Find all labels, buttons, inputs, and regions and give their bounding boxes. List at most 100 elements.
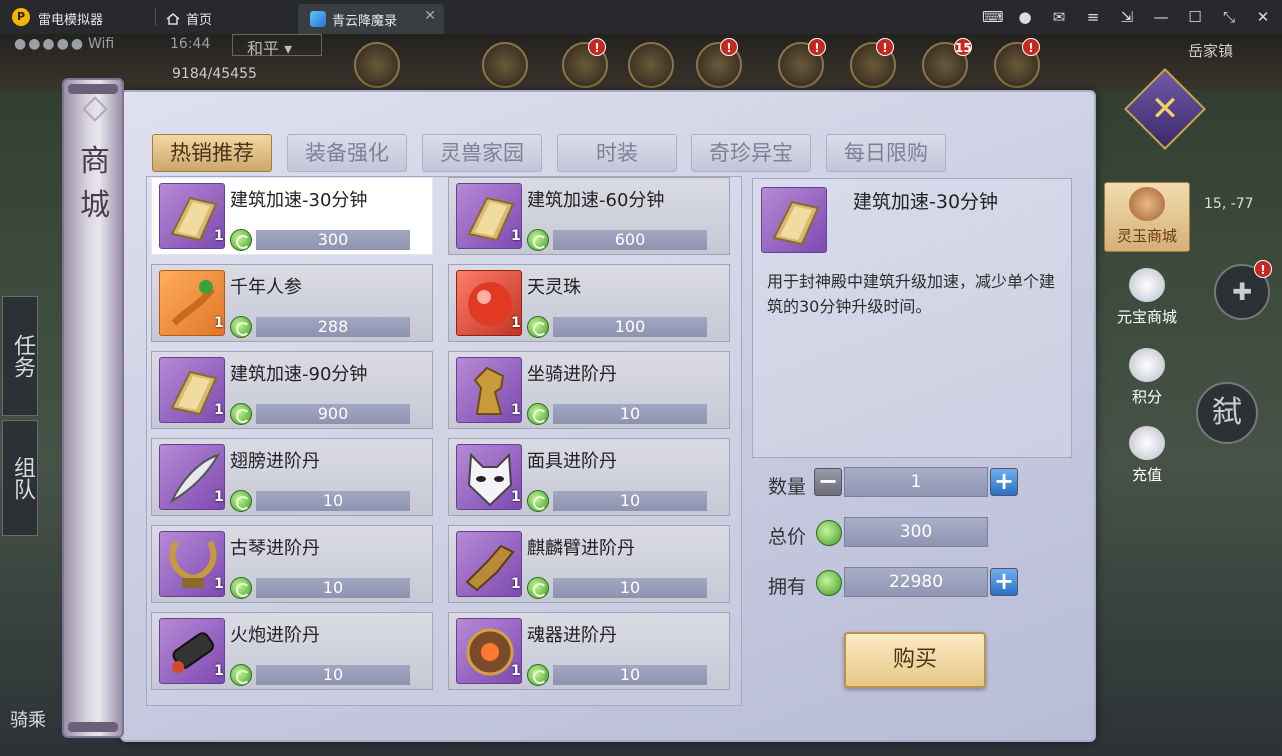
- dragon-icon: [1129, 187, 1165, 221]
- decrease-quantity-button[interactable]: −: [814, 468, 842, 496]
- shop-title: 商城: [80, 144, 110, 223]
- item-name: 建筑加速-30分钟: [230, 190, 368, 211]
- nav-label: 灵玉商城: [1116, 227, 1177, 245]
- item-quantity: 1: [511, 228, 521, 244]
- item-name: 魂器进阶丹: [527, 625, 617, 646]
- pk-mode-selector[interactable]: 和平 ▾: [232, 34, 322, 58]
- recharge-plus-button[interactable]: +: [990, 568, 1018, 596]
- team-button[interactable]: 组队: [2, 420, 38, 536]
- item-quantity: 1: [511, 489, 521, 505]
- item-price: 600: [553, 230, 707, 250]
- emulator-logo-icon: P: [12, 8, 30, 26]
- shop-item-card[interactable]: 1 魂器进阶丹 10: [448, 612, 730, 690]
- item-quantity: 1: [214, 228, 224, 244]
- item-name: 天灵珠: [527, 277, 581, 298]
- item-price: 10: [553, 404, 707, 424]
- shop-item-card[interactable]: 1 建筑加速-90分钟 900: [151, 351, 433, 429]
- item-grid: 1 建筑加速-30分钟 300 1 建筑加速-60分钟 600 1 千年人参 288 1 天灵珠 10…: [146, 176, 742, 706]
- shop-item-card[interactable]: 1 麒麟臂进阶丹 10: [448, 525, 730, 603]
- alert-badge: !: [808, 38, 826, 56]
- shop-item-card[interactable]: 1 火炮进阶丹 10: [151, 612, 433, 690]
- item-detail-panel: 建筑加速-30分钟 用于封神殿中建筑升级加速，减少单个建筑的30分钟升级时间。: [752, 178, 1072, 458]
- tab-hot[interactable]: 热销推荐: [152, 134, 272, 172]
- fullscreen-icon[interactable]: ⤡: [1220, 8, 1238, 26]
- item-price: 10: [256, 491, 410, 511]
- item-quantity: 1: [214, 489, 224, 505]
- shop-item-card[interactable]: 1 千年人参 288: [151, 264, 433, 342]
- tab-label: 每日限购: [844, 141, 928, 165]
- close-icon: ✕: [1150, 89, 1180, 129]
- item-quantity: 1: [511, 663, 521, 679]
- tab-equipment[interactable]: 装备强化: [287, 134, 407, 172]
- ornament-icon: [82, 96, 108, 122]
- tab-pet[interactable]: 灵兽家园: [422, 134, 542, 172]
- tab-treasure[interactable]: 奇珍异宝: [691, 134, 811, 172]
- buy-button[interactable]: 购买: [844, 632, 986, 688]
- increase-quantity-button[interactable]: +: [990, 468, 1018, 496]
- menu-icon[interactable]: ≡: [1084, 8, 1102, 26]
- emulator-title-bar: P 雷电模拟器 首页 青云降魔录 ✕ ⌨ ● ✉ ≡ ⇲ — ☐ ⤡ ✕: [0, 0, 1282, 34]
- maximize-icon[interactable]: ☐: [1186, 8, 1204, 26]
- nav-label: 充值: [1131, 466, 1162, 484]
- hud-target-icon[interactable]: [628, 42, 674, 88]
- alert-badge: !: [1254, 260, 1272, 278]
- item-quantity: 1: [214, 576, 224, 592]
- account-icon[interactable]: ●: [1016, 8, 1034, 26]
- nav-ingot-shop[interactable]: 元宝商城: [1104, 264, 1190, 334]
- mail-icon[interactable]: ✉: [1050, 8, 1068, 26]
- item-name: 麒麟臂进阶丹: [527, 538, 635, 559]
- signal-dots: ●●●●●: [14, 36, 86, 52]
- shop-title-scroll: 商城: [62, 78, 124, 738]
- nav-points[interactable]: 积分: [1104, 344, 1190, 414]
- nav-recharge[interactable]: 充值: [1104, 422, 1190, 492]
- tab-daily-limit[interactable]: 每日限购: [826, 134, 946, 172]
- close-window-icon[interactable]: ✕: [1254, 8, 1272, 26]
- shop-item-card[interactable]: 1 面具进阶丹 10: [448, 438, 730, 516]
- item-price: 10: [553, 665, 707, 685]
- quantity-field[interactable]: 1: [844, 467, 988, 497]
- quantity-label: 数量: [768, 476, 807, 498]
- shop-window: 热销推荐 装备强化 灵兽家园 时装 奇珍异宝 每日限购 1 建筑加速-30分钟 30…: [120, 90, 1096, 742]
- shop-item-card[interactable]: 1 天灵珠 100: [448, 264, 730, 342]
- tab-home[interactable]: 首页: [166, 9, 212, 28]
- item-name: 千年人参: [230, 277, 302, 298]
- shop-item-card[interactable]: 1 古琴进阶丹 10: [151, 525, 433, 603]
- hud-activity-icon[interactable]: [354, 42, 400, 88]
- jade-coin-icon: [527, 664, 549, 686]
- close-tab-icon[interactable]: ✕: [424, 8, 436, 24]
- clock: 16:44: [170, 36, 211, 52]
- book-icon: [761, 187, 827, 253]
- shop-item-card[interactable]: 1 建筑加速-30分钟 300: [151, 177, 433, 255]
- app-name: 雷电模拟器: [38, 13, 104, 28]
- jade-coin-icon: [230, 229, 252, 251]
- tab-fashion[interactable]: 时装: [557, 134, 677, 172]
- gamepad-icon[interactable]: ⌨: [982, 8, 1004, 26]
- mount-label[interactable]: 骑乘: [10, 706, 46, 732]
- jade-coin-icon: [230, 316, 252, 338]
- tab-game[interactable]: 青云降魔录 ✕: [298, 4, 444, 34]
- shop-item-card[interactable]: 1 翅膀进阶丹 10: [151, 438, 433, 516]
- tab-label: 灵兽家园: [440, 141, 524, 165]
- item-name: 火炮进阶丹: [230, 625, 320, 646]
- nav-label: 元宝商城: [1116, 308, 1177, 326]
- shop-side-nav: 灵玉商城 元宝商城 积分 充值: [1104, 176, 1192, 508]
- hud-calendar-icon[interactable]: [482, 42, 528, 88]
- jade-coin-icon: [230, 577, 252, 599]
- game-app-icon: [310, 11, 326, 27]
- detail-item-name: 建筑加速-30分钟: [853, 191, 999, 213]
- recharge-icon: [1129, 426, 1165, 460]
- owned-label: 拥有: [768, 576, 807, 598]
- item-price: 300: [256, 230, 410, 250]
- jade-coin-icon: [527, 316, 549, 338]
- skill-round-button[interactable]: 弑: [1196, 382, 1258, 444]
- shop-item-card[interactable]: 1 建筑加速-60分钟 600: [448, 177, 730, 255]
- item-price: 288: [256, 317, 410, 337]
- nav-jade-shop[interactable]: 灵玉商城: [1104, 182, 1190, 252]
- shop-item-card[interactable]: 1 坐骑进阶丹 10: [448, 351, 730, 429]
- item-name: 古琴进阶丹: [230, 538, 320, 559]
- jade-coin-icon: [230, 403, 252, 425]
- resize-icon[interactable]: ⇲: [1118, 8, 1136, 26]
- count-badge: 15: [954, 38, 972, 56]
- minimize-icon[interactable]: —: [1152, 8, 1170, 26]
- quest-button[interactable]: 任务: [2, 296, 38, 416]
